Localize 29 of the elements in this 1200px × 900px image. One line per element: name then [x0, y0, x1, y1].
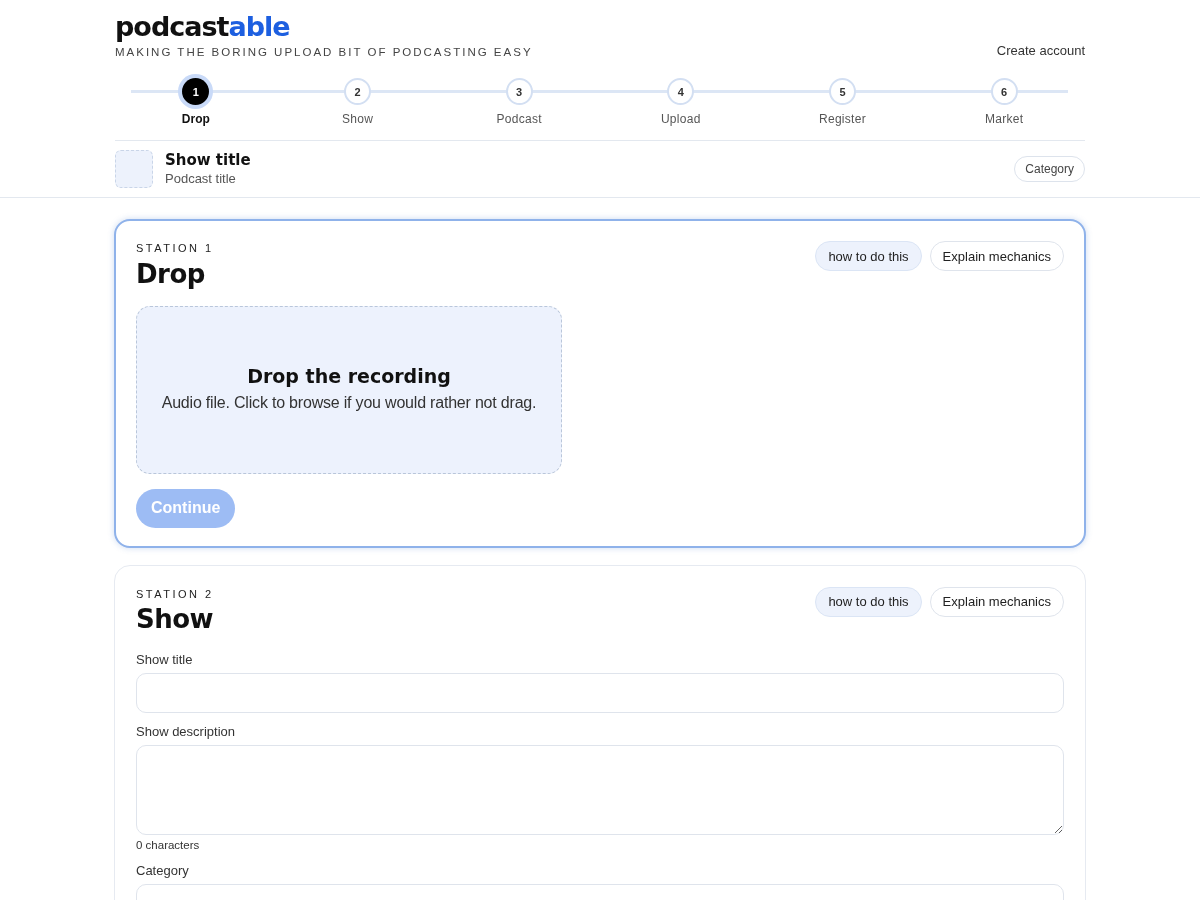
step-label: Drop	[181, 111, 210, 129]
create-account-link[interactable]: Create account	[996, 40, 1085, 61]
tagline: MAKING THE BORING UPLOAD BIT OF PODCASTING EASY	[115, 45, 533, 60]
station-title: Show	[136, 603, 214, 636]
explain-button[interactable]: Explain mechanics	[929, 586, 1064, 617]
artwork-placeholder	[115, 150, 153, 189]
step-label: Show	[341, 111, 374, 129]
drop-zone[interactable]: Drop the recording Audio file. Click to browse if you would rather not drag.	[136, 305, 562, 474]
show-title-input[interactable]	[136, 673, 1064, 714]
logo[interactable]: podcastable	[115, 12, 533, 42]
station-label: STATION 1	[136, 241, 214, 257]
character-counter: 0 characters	[136, 838, 201, 853]
show-title: Show title	[165, 151, 251, 171]
step-label: Market	[984, 111, 1024, 129]
step-label: Podcast	[496, 111, 542, 129]
how-to-button[interactable]: how to do this	[815, 586, 922, 617]
drop-zone-title: Drop the recording	[247, 364, 451, 389]
step-label: Register	[818, 111, 867, 129]
how-to-button[interactable]: how to do this	[815, 241, 922, 272]
station-label: STATION 2	[136, 586, 214, 602]
drop-zone-hint: Audio file. Click to browse if you would rather not drag.	[161, 393, 537, 414]
step-label: Upload	[660, 111, 701, 129]
podcast-title: Podcast title	[165, 170, 237, 188]
description-textarea[interactable]	[136, 745, 1064, 836]
explain-button[interactable]: Explain mechanics	[929, 241, 1064, 272]
station-title: Drop	[136, 257, 206, 290]
field-label: Show title	[136, 652, 194, 669]
field-label: Category	[136, 863, 190, 880]
field-label: Show description	[136, 724, 236, 741]
